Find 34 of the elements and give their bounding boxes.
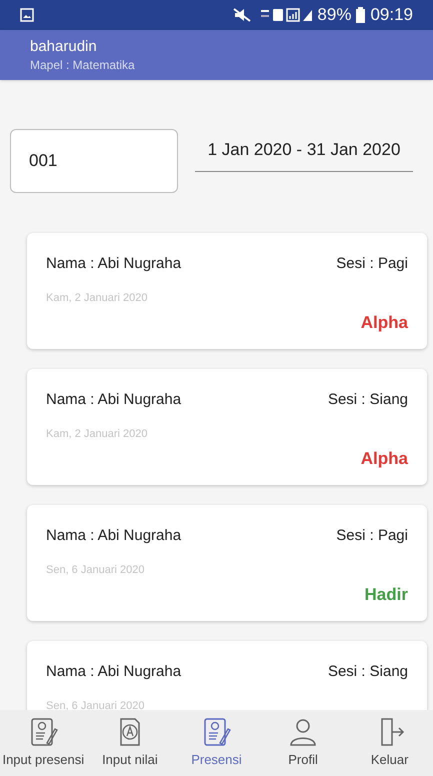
- attendance-status: Alpha: [360, 312, 408, 334]
- battery-icon: [356, 7, 366, 23]
- attendance-status: Hadir: [364, 584, 408, 606]
- date-label: Sen, 6 Januari 2020: [46, 698, 146, 710]
- session-label: Sesi : Siang: [328, 662, 408, 682]
- nav-tab[interactable]: Input presensi: [0, 710, 87, 776]
- student-name: Nama : Abi Nugraha: [46, 254, 182, 274]
- attendance-card[interactable]: Nama : Abi Nugraha Sesi : Siang Sen, 6 Januari 2020: [27, 641, 427, 710]
- image-icon: [20, 8, 34, 22]
- date-label: Kam, 2 Januari 2020: [46, 290, 149, 306]
- code-input-field[interactable]: 001: [10, 129, 178, 193]
- date-label: Kam, 2 Januari 2020: [46, 426, 149, 442]
- network-icon: [261, 7, 314, 23]
- nav-tab[interactable]: Presensi: [173, 710, 260, 776]
- nav-tab[interactable]: Input nilai: [86, 710, 174, 776]
- battery-percentage: 89%: [317, 4, 352, 26]
- user-name: baharudin: [30, 37, 98, 57]
- clock: 09:19: [370, 4, 413, 26]
- attendance-card[interactable]: Nama : Abi Nugraha Sesi : Pagi Sen, 6 Januari 2020 Hadir: [27, 505, 427, 621]
- nav-tab[interactable]: Keluar: [346, 710, 433, 776]
- session-label: Sesi : Pagi: [336, 254, 408, 274]
- attendance-card[interactable]: Nama : Abi Nugraha Sesi : Siang Kam, 2 Januari 2020 Alpha: [27, 369, 427, 485]
- attendance-status: Alpha: [360, 448, 408, 470]
- nav-tab[interactable]: Profil: [260, 710, 346, 776]
- date-range-field[interactable]: 1 Jan 2020 - 31 Jan 2020: [195, 129, 413, 172]
- date-label: Sen, 6 Januari 2020: [46, 562, 146, 578]
- student-name: Nama : Abi Nugraha: [46, 526, 182, 546]
- attendance-card[interactable]: Nama : Abi Nugraha Sesi : Pagi Kam, 2 Januari 2020 Alpha: [27, 233, 427, 349]
- mute-icon: [233, 8, 252, 22]
- subject-label: Mapel : Matematika: [30, 57, 136, 73]
- session-label: Sesi : Siang: [328, 390, 408, 410]
- student-name: Nama : Abi Nugraha: [46, 662, 182, 682]
- student-name: Nama : Abi Nugraha: [46, 390, 182, 410]
- session-label: Sesi : Pagi: [336, 526, 408, 546]
